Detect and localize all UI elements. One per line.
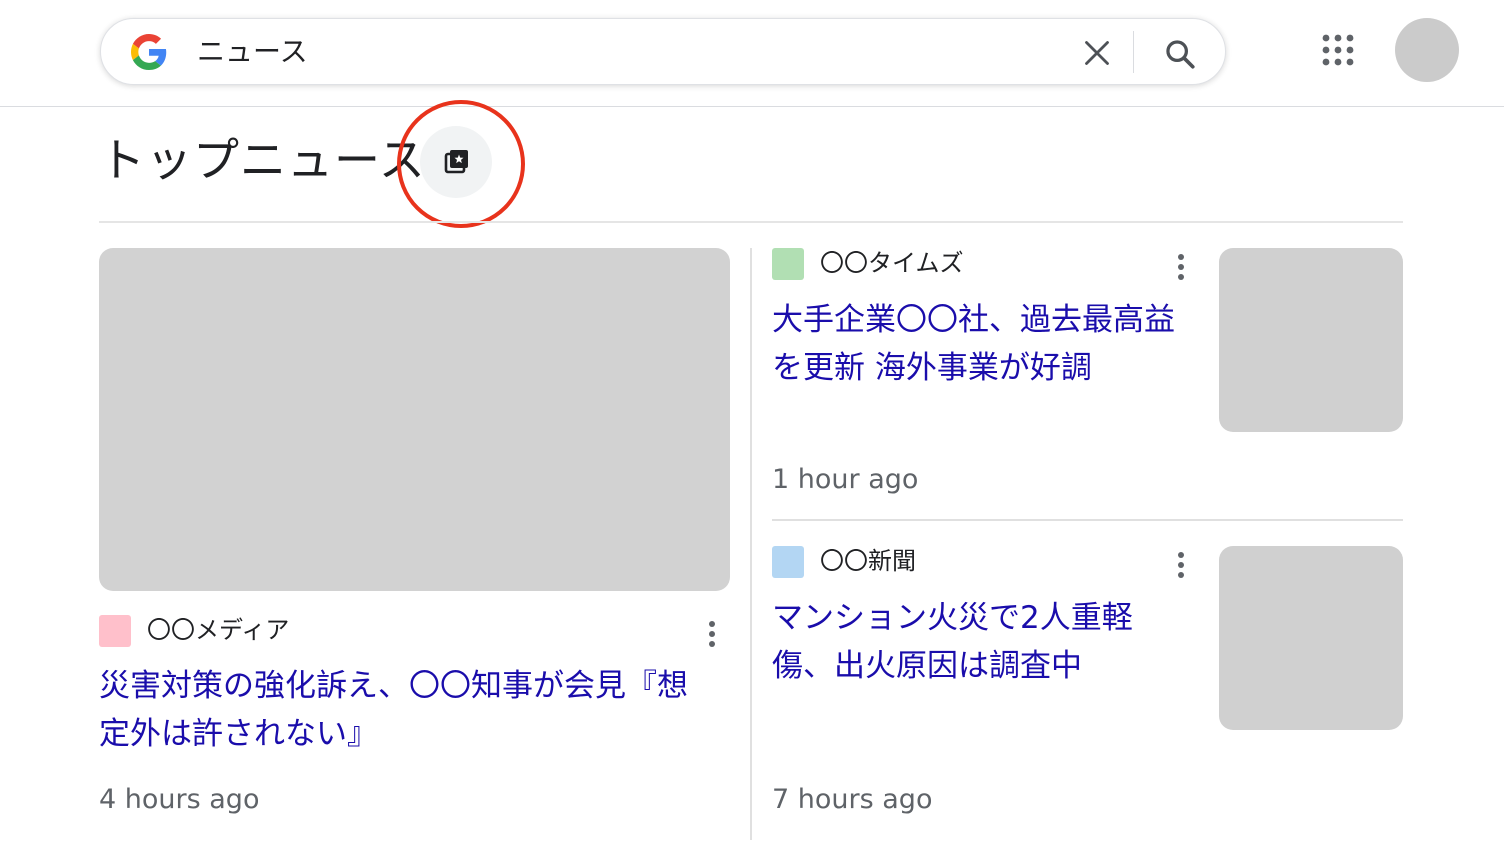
source-favicon <box>772 248 804 280</box>
header-divider <box>0 106 1504 107</box>
more-options-icon[interactable] <box>1177 253 1185 281</box>
section-divider <box>99 221 1403 223</box>
headline-line[interactable]: マンション火災で2人重軽 <box>772 594 1202 642</box>
close-icon[interactable] <box>1083 39 1111 67</box>
headline-line[interactable]: 災害対策の強化訴え、〇〇知事が会見『想 <box>99 662 724 710</box>
highlights-button[interactable] <box>420 126 492 198</box>
search-box[interactable]: ニュース <box>100 18 1226 85</box>
headline-line[interactable]: 大手企業〇〇社、過去最高益 <box>772 296 1202 344</box>
search-input[interactable]: ニュース <box>197 33 308 71</box>
avatar[interactable] <box>1395 18 1459 82</box>
article-thumbnail[interactable] <box>99 248 730 591</box>
article-divider <box>772 519 1403 521</box>
source-name[interactable]: 〇〇メディア <box>147 614 289 646</box>
article-timestamp: 4 hours ago <box>99 784 260 815</box>
search-divider <box>1133 31 1134 73</box>
source-name[interactable]: 〇〇新聞 <box>820 545 916 577</box>
search-icon[interactable] <box>1163 37 1197 71</box>
column-divider <box>750 248 752 840</box>
article-thumbnail[interactable] <box>1219 248 1403 432</box>
source-favicon <box>99 615 131 647</box>
article-headline[interactable]: マンション火災で2人重軽 傷、出火原因は調査中 <box>772 594 1202 690</box>
source-favicon <box>772 546 804 578</box>
article-timestamp: 7 hours ago <box>772 784 933 815</box>
article-timestamp: 1 hour ago <box>772 464 919 495</box>
section-title: トップニュース <box>99 133 426 187</box>
collections-star-icon <box>444 150 468 174</box>
article-headline[interactable]: 大手企業〇〇社、過去最高益 を更新 海外事業が好調 <box>772 296 1202 392</box>
google-logo-icon[interactable] <box>131 34 167 70</box>
more-options-icon[interactable] <box>1177 551 1185 579</box>
article-headline[interactable]: 災害対策の強化訴え、〇〇知事が会見『想 定外は許されない』 <box>99 662 724 758</box>
headline-line[interactable]: 傷、出火原因は調査中 <box>772 642 1202 690</box>
more-options-icon[interactable] <box>708 620 716 648</box>
apps-grid-icon[interactable] <box>1320 32 1356 68</box>
headline-line[interactable]: 定外は許されない』 <box>99 710 724 758</box>
article-thumbnail[interactable] <box>1219 546 1403 730</box>
headline-line[interactable]: を更新 海外事業が好調 <box>772 344 1202 392</box>
search-results-page: ニュース トップニュース 〇〇メディア 災害対策の強化訴え、〇〇知事が会見『想 … <box>0 0 1504 867</box>
source-name[interactable]: 〇〇タイムズ <box>820 247 964 279</box>
